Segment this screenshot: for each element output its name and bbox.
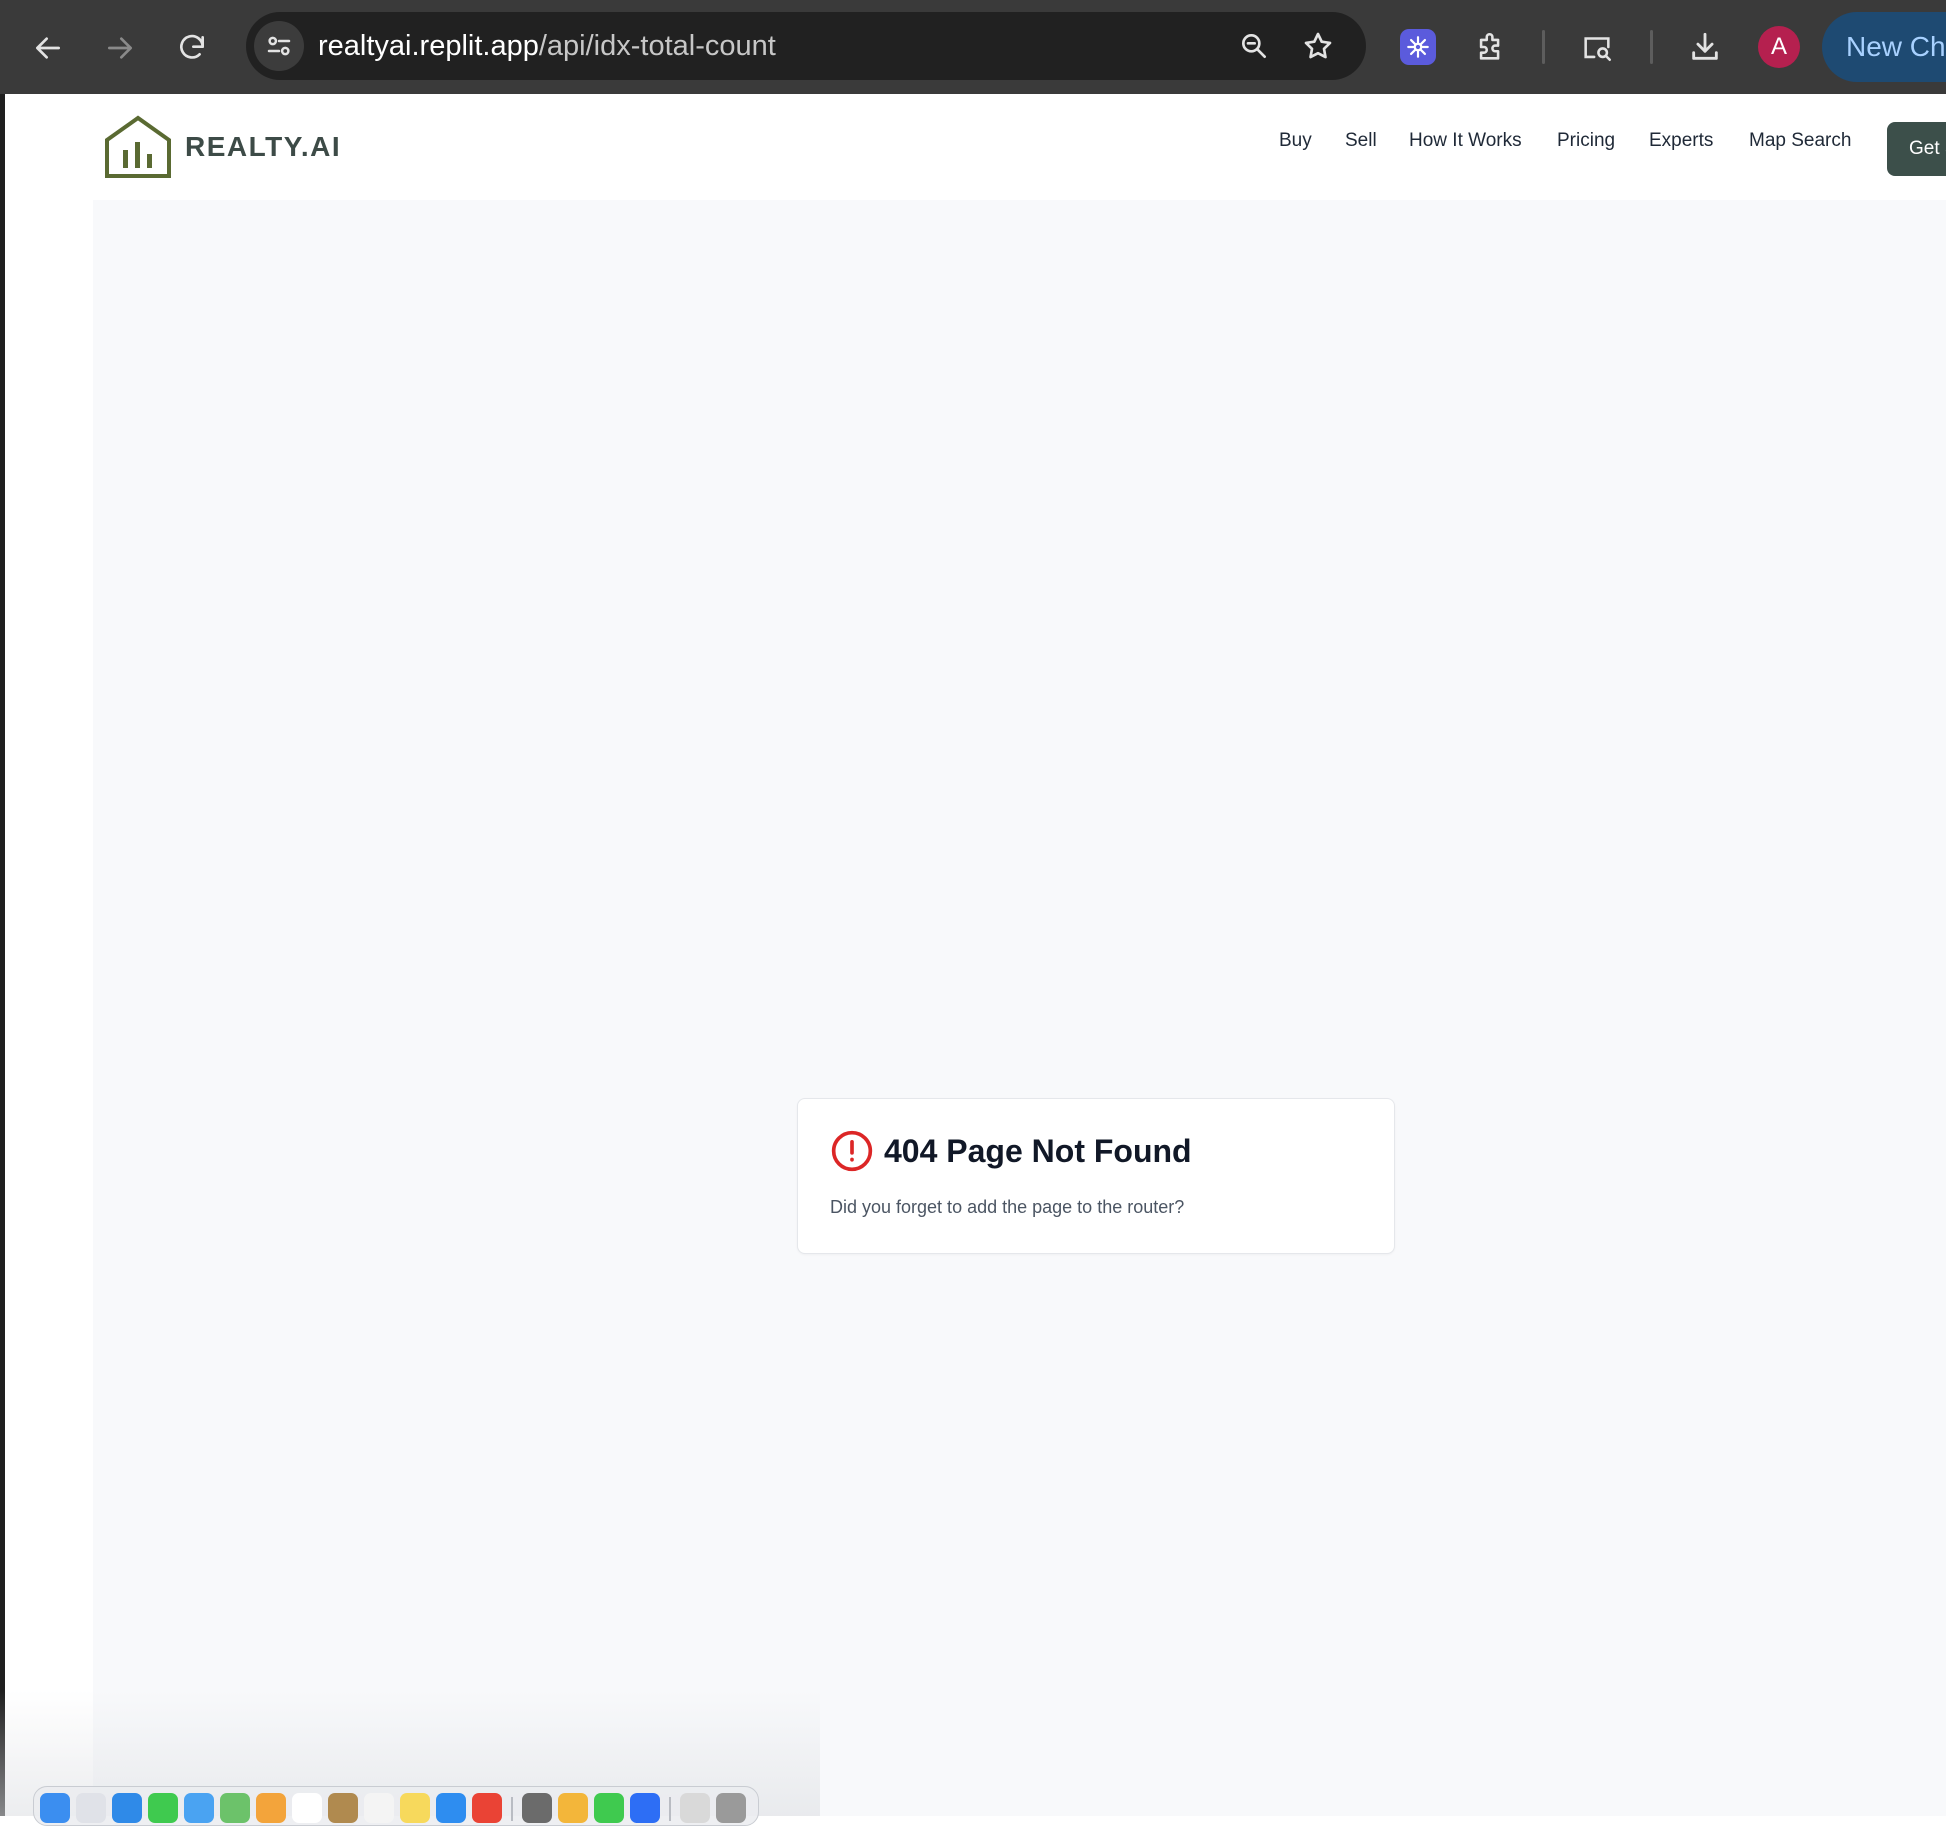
notes-icon[interactable] [400,1793,430,1823]
dock-divider [511,1797,513,1821]
download-icon [1692,32,1718,60]
url-host: realtyai.replit.app [318,30,539,62]
reload-icon [180,34,204,59]
downloads-button[interactable] [1680,22,1730,72]
brand-name: REALTY.AI [185,131,342,162]
alert-circle-icon [831,1130,873,1172]
extensions-button[interactable] [1466,22,1516,72]
tab-search-button[interactable] [1572,22,1622,72]
facetime-icon[interactable] [594,1793,624,1823]
sparkle-icon [1407,36,1429,58]
star-icon [1304,32,1332,59]
chrome-canary-icon[interactable] [558,1793,588,1823]
browser-toolbar: realtyai.replit.app/api/idx-total-count … [0,0,1946,94]
zoom-icon [1242,33,1266,58]
zoom-button[interactable] [1234,26,1274,66]
nav-buy[interactable]: Buy [1279,130,1312,152]
url-text[interactable]: realtyai.replit.app/api/idx-total-count [318,12,776,80]
nav-sell[interactable]: Sell [1345,130,1377,152]
new-chrome-button[interactable]: New Chr [1822,12,1946,82]
site-header: REALTY.AI Buy Sell How It Works Pricing … [5,94,1946,200]
launchpad-icon[interactable] [76,1793,106,1823]
tab-search-icon [1584,37,1612,62]
tune-icon [267,36,291,56]
url-path: /api/idx-total-count [538,30,776,62]
system-settings-icon[interactable] [522,1793,552,1823]
nav-pricing[interactable]: Pricing [1557,130,1615,152]
card-title-row: 404 Page Not Found [830,1129,1192,1173]
house-chart-icon [105,115,171,178]
get-started-button[interactable]: Get S [1887,122,1946,176]
preview-icon[interactable] [680,1793,710,1823]
brand-logo[interactable]: REALTY.AI [103,114,341,180]
error-description: Did you forget to add the page to the ro… [830,1197,1185,1217]
maps-icon[interactable] [220,1793,250,1823]
finder-icon[interactable] [40,1793,70,1823]
arrow-right-icon [108,37,132,59]
arrow-left-icon [36,37,60,59]
nav-experts[interactable]: Experts [1649,130,1713,152]
notes-brown-icon[interactable] [328,1793,358,1823]
reload-button[interactable] [164,20,220,76]
ai-extension-button[interactable] [1400,29,1436,65]
toolbar-separator [1650,30,1653,64]
zoom-app-icon[interactable] [630,1793,660,1823]
main-content: 404 Page Not Found Did you forget to add… [93,200,1946,1816]
nav-how-it-works[interactable]: How It Works [1409,130,1522,152]
window-edge [0,94,5,1816]
profile-avatar[interactable]: A [1758,26,1800,68]
trash-icon[interactable] [716,1793,746,1823]
not-found-card: 404 Page Not Found Did you forget to add… [797,1098,1395,1254]
reminders-icon[interactable] [364,1793,394,1823]
back-button[interactable] [20,20,76,76]
calendar-icon[interactable] [292,1793,322,1823]
safari-icon[interactable] [112,1793,142,1823]
forward-button[interactable] [92,20,148,76]
dock-divider [669,1797,671,1821]
bookmark-button[interactable] [1298,26,1338,66]
messages-icon[interactable] [148,1793,178,1823]
app-store-icon[interactable] [436,1793,466,1823]
mail-icon[interactable] [184,1793,214,1823]
photos-icon[interactable] [256,1793,286,1823]
chrome-icon[interactable] [472,1793,502,1823]
toolbar-separator [1542,30,1545,64]
address-bar[interactable]: realtyai.replit.app/api/idx-total-count [246,12,1366,80]
error-title: 404 Page Not Found [884,1132,1192,1169]
nav-map-search[interactable]: Map Search [1749,130,1851,152]
macos-dock [33,1786,759,1826]
puzzle-icon [1479,33,1500,60]
site-info-button[interactable] [254,21,304,71]
